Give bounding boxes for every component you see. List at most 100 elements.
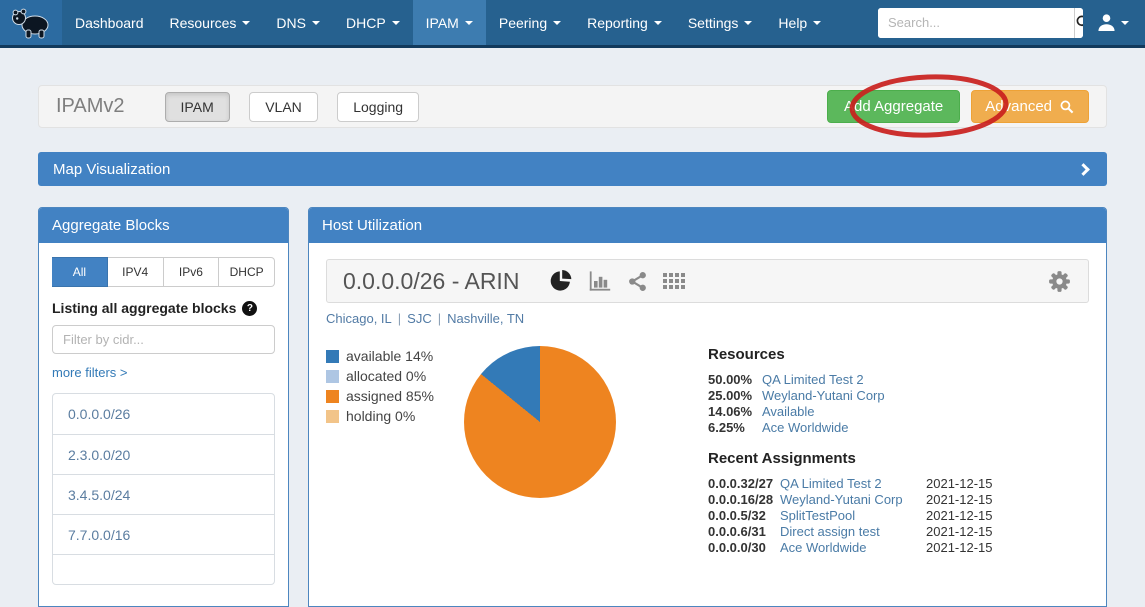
cidr-filter-input[interactable] — [52, 325, 275, 354]
advanced-label: Advanced — [985, 98, 1052, 115]
location-link-item: Nashville, TN — [447, 311, 524, 326]
assignment-row: 0.0.0.6/31 Direct assign test 2021-12-15 — [708, 524, 1008, 540]
resource-row: 50.00% QA Limited Test 2 — [708, 372, 1008, 388]
main-menu: Dashboard Resources DNS DHCP IPAM — [62, 0, 834, 45]
page-content: IPAMv2 IPAM VLAN Logging Add Aggregate A… — [0, 85, 1145, 607]
menu-item-label: IPAM — [426, 15, 459, 31]
assignment-cidr: 0.0.0.16/28 — [708, 492, 780, 508]
aggregate-block-item[interactable]: 7.7.0.0/16 — [53, 514, 274, 554]
legend-item: allocated 0% — [326, 368, 464, 384]
assignment-date: 2021-12-15 — [926, 476, 1008, 492]
block-title: 0.0.0.0/26 - ARIN — [343, 268, 519, 295]
aggregate-block-item[interactable]: 2.3.0.0/20 — [53, 434, 274, 474]
page-title: IPAMv2 — [56, 95, 125, 118]
menu-item[interactable]: DHCP — [333, 0, 413, 45]
bar-chart-view-button[interactable] — [588, 269, 612, 293]
block-title-bar: 0.0.0.0/26 - ARIN — [326, 259, 1089, 303]
chevron-right-icon — [1077, 163, 1090, 176]
assignment-row: 0.0.0.0/30 Ace Worldwide 2021-12-15 — [708, 540, 1008, 556]
menu-item[interactable]: Dashboard — [62, 0, 157, 45]
share-icon — [627, 271, 648, 292]
resource-link[interactable]: Weyland-Yutani Corp — [762, 388, 1008, 404]
menu-item[interactable]: Settings — [675, 0, 766, 45]
resources-block: Resources 50.00% QA Limited Test 2 — [708, 346, 1008, 436]
assignment-date: 2021-12-15 — [926, 492, 1008, 508]
host-utilization-header: Host Utilization — [309, 208, 1106, 243]
aggregate-block-item[interactable]: 0.0.0.0/26 — [53, 394, 274, 434]
map-visualization-bar[interactable]: Map Visualization — [38, 152, 1107, 186]
view-button[interactable]: Logging — [337, 92, 419, 122]
advanced-search-button[interactable]: Advanced — [971, 90, 1089, 123]
menu-item[interactable]: Resources — [157, 0, 264, 45]
assignment-cidr: 0.0.0.32/27 — [708, 476, 780, 492]
search-icon — [1075, 14, 1083, 31]
settings-button[interactable] — [1047, 269, 1072, 294]
grid-view-button[interactable] — [663, 271, 685, 291]
assignment-row: 0.0.0.32/27 QA Limited Test 2 2021-12-15 — [708, 476, 1008, 492]
resource-row: 14.06% Available — [708, 404, 1008, 420]
view-icons — [549, 269, 685, 293]
pie-chart-view-button[interactable] — [549, 269, 573, 293]
search-button[interactable] — [1074, 8, 1083, 38]
block-type-tab[interactable]: DHCP — [219, 257, 275, 287]
block-type-tab[interactable]: All — [52, 257, 108, 287]
resource-link[interactable]: QA Limited Test 2 — [762, 372, 1008, 388]
assignment-row: 0.0.0.5/32 SplitTestPool 2021-12-15 — [708, 508, 1008, 524]
listing-label: Listing all aggregate blocks — [52, 300, 236, 316]
ipam-header-bar: IPAMv2 IPAM VLAN Logging Add Aggregate A… — [38, 85, 1107, 128]
block-type-tabs: All IPV4 IPv6 DHCP — [52, 257, 275, 287]
menu-item[interactable]: Peering — [486, 0, 574, 45]
separator: | — [438, 311, 441, 326]
assignment-date: 2021-12-15 — [926, 524, 1008, 540]
view-switcher: IPAM VLAN Logging — [165, 92, 435, 122]
aggregate-block-item[interactable]: 3.4.5.0/24 — [53, 474, 274, 514]
resource-percent: 6.25% — [708, 420, 762, 436]
navbar-right — [878, 0, 1145, 45]
view-button[interactable]: VLAN — [249, 92, 318, 122]
resource-link[interactable]: Ace Worldwide — [762, 420, 1008, 436]
assignment-link[interactable]: Weyland-Yutani Corp — [780, 492, 926, 508]
assignment-cidr: 0.0.0.0/30 — [708, 540, 780, 556]
caret-down-icon — [392, 21, 400, 25]
block-type-tab[interactable]: IPV4 — [108, 257, 164, 287]
location-link-item: SJC — [407, 311, 432, 326]
more-filters-link[interactable]: more filters > — [52, 365, 128, 380]
caret-down-icon — [553, 21, 561, 25]
legend-label: allocated 0% — [346, 368, 426, 384]
location-link[interactable]: Chicago, IL — [326, 311, 392, 326]
location-link-item: Chicago, IL — [326, 311, 392, 326]
menu-item[interactable]: Help — [765, 0, 834, 45]
location-link[interactable]: Nashville, TN — [447, 311, 524, 326]
assignment-link[interactable]: Direct assign test — [780, 524, 926, 540]
share-view-button[interactable] — [627, 271, 648, 292]
aggregate-blocks-body: All IPV4 IPv6 DHCP Listing all aggregate… — [39, 243, 288, 599]
separator: | — [398, 311, 401, 326]
legend-item: available 14% — [326, 348, 464, 364]
location-link[interactable]: SJC — [407, 311, 432, 326]
app-logo[interactable] — [0, 0, 62, 45]
user-menu[interactable] — [1097, 13, 1129, 32]
menu-item[interactable]: DNS — [263, 0, 333, 45]
add-aggregate-button[interactable]: Add Aggregate — [827, 90, 960, 123]
aggregate-block-item-partial[interactable] — [53, 554, 274, 584]
assignment-cidr: 0.0.0.6/31 — [708, 524, 780, 540]
search-icon — [1059, 99, 1075, 115]
legend-label: available 14% — [346, 348, 433, 364]
caret-down-icon — [654, 21, 662, 25]
resource-percent: 14.06% — [708, 404, 762, 420]
menu-item[interactable]: Reporting — [574, 0, 675, 45]
assignment-link[interactable]: QA Limited Test 2 — [780, 476, 926, 492]
legend-item: assigned 85% — [326, 388, 464, 404]
help-icon[interactable]: ? — [242, 301, 257, 316]
block-type-tab[interactable]: IPv6 — [164, 257, 220, 287]
resource-link[interactable]: Available — [762, 404, 1008, 420]
view-button[interactable]: IPAM — [165, 92, 230, 122]
utilization-row: available 14% allocated 0% assigned 85% — [326, 339, 1089, 556]
legend-label: assigned 85% — [346, 388, 434, 404]
search-input[interactable] — [878, 8, 1074, 38]
resources-rows: 50.00% QA Limited Test 2 25.00% Weyland-… — [708, 372, 1008, 436]
assignment-link[interactable]: Ace Worldwide — [780, 540, 926, 556]
aggregate-blocks-header: Aggregate Blocks — [39, 208, 288, 243]
assignment-link[interactable]: SplitTestPool — [780, 508, 926, 524]
menu-item[interactable]: IPAM — [413, 0, 486, 45]
